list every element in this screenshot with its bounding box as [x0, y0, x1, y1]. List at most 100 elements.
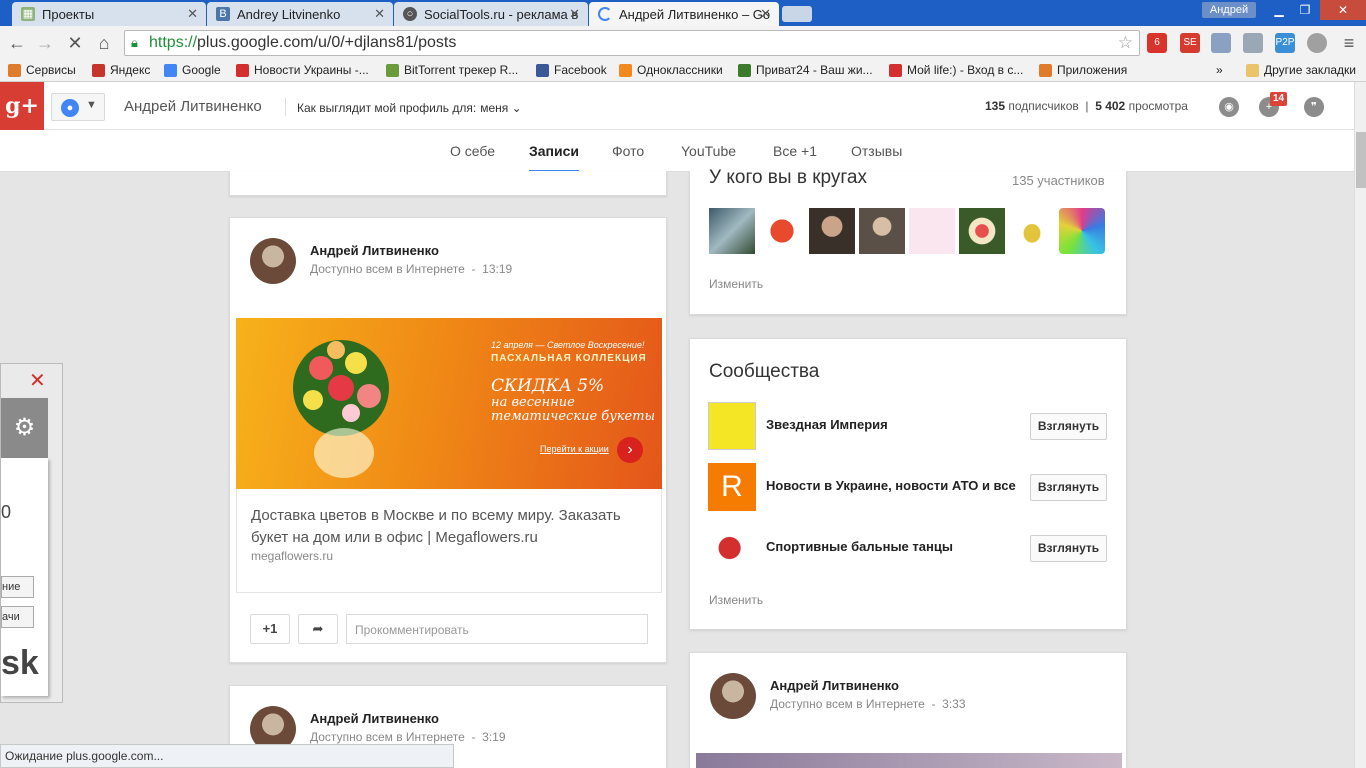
circle-member-thumb[interactable]: [1059, 208, 1105, 254]
menu-icon[interactable]: ≡: [1338, 32, 1360, 54]
account-switcher[interactable]: ● ▼: [51, 93, 105, 121]
browser-tab-vk[interactable]: B Andrey Litvinenko ✕: [207, 2, 393, 26]
gear-icon[interactable]: ⚙: [1, 398, 48, 458]
banner-line1: 12 апреля — Светлое Воскресение!: [491, 340, 645, 350]
circle-member-thumb[interactable]: [859, 208, 905, 254]
yandex-icon: [92, 64, 105, 77]
close-icon[interactable]: ✕: [29, 368, 46, 393]
avatar[interactable]: [710, 673, 756, 719]
window-close-icon[interactable]: ✕: [1320, 0, 1366, 20]
link-title[interactable]: Доставка цветов в Москве и по всему миру…: [251, 505, 651, 549]
tab-posts[interactable]: Записи: [529, 143, 580, 172]
view-profile-as[interactable]: Как выглядит мой профиль для: меня ⌄: [297, 101, 522, 115]
tab-youtube[interactable]: YouTube: [681, 143, 736, 159]
bookmark-item[interactable]: BitTorrent трекер R...: [386, 63, 518, 77]
tab-about[interactable]: О себе: [450, 143, 495, 159]
post-author[interactable]: Андрей Литвиненко: [310, 243, 439, 258]
bookmarks-overflow[interactable]: »: [1216, 63, 1223, 77]
scrollbar-thumb[interactable]: [1356, 132, 1366, 188]
stop-icon[interactable]: ✕: [64, 32, 86, 54]
hangouts-icon[interactable]: ❞: [1304, 97, 1324, 117]
circles-count[interactable]: 135 участников: [1012, 173, 1105, 188]
view-community-button[interactable]: Взглянуть: [1030, 413, 1107, 440]
community-item[interactable]: R Новости в Украине, новости АТО и все В…: [708, 463, 1108, 511]
circle-member-thumb[interactable]: [909, 208, 955, 254]
bookmark-star-icon[interactable]: ☆: [1118, 33, 1133, 53]
community-item[interactable]: Спортивные бальные танцы Взглянуть: [708, 524, 1108, 572]
shield-extension-icon[interactable]: [1243, 33, 1263, 53]
bookmark-item[interactable]: Приват24 - Ваш жи...: [738, 63, 873, 77]
extension-icon[interactable]: [1211, 33, 1231, 53]
bookmark-item[interactable]: Мой life:) - Вход в с...: [889, 63, 1023, 77]
bookmark-item[interactable]: Одноклассники: [619, 63, 723, 77]
browser-tab-projects[interactable]: ▦ Проекты ✕: [12, 2, 206, 26]
bookmark-item[interactable]: Google: [164, 63, 221, 77]
community-name[interactable]: Спортивные бальные танцы: [766, 539, 1022, 554]
home-icon[interactable]: ⌂: [93, 32, 115, 54]
community-thumb[interactable]: [708, 402, 756, 450]
close-icon[interactable]: ✕: [374, 6, 385, 22]
minimize-icon[interactable]: ▁: [1266, 0, 1292, 20]
bookmark-item[interactable]: Facebook: [536, 63, 607, 77]
gmail-extension-icon[interactable]: 6: [1147, 33, 1167, 53]
post-meta: Доступно всем в Интернете - 3:33: [770, 697, 966, 711]
avatar[interactable]: [250, 238, 296, 284]
tab-title: Проекты: [42, 7, 95, 22]
close-icon[interactable]: ✕: [760, 6, 771, 22]
post-author[interactable]: Андрей Литвиненко: [310, 711, 439, 726]
circle-member-thumb[interactable]: [809, 208, 855, 254]
tab-plus-ones[interactable]: Все +1: [773, 143, 817, 159]
chevron-right-icon[interactable]: ›: [617, 437, 643, 463]
bookmark-item[interactable]: Яндекс: [92, 63, 150, 77]
circle-member-thumb[interactable]: [709, 208, 755, 254]
post-author[interactable]: Андрей Литвиненко: [770, 678, 899, 693]
back-arrow-icon[interactable]: ←: [6, 32, 28, 54]
other-bookmarks[interactable]: Другие закладки: [1246, 63, 1356, 77]
notifications-bell-icon[interactable]: ◉: [1219, 97, 1239, 117]
share-button[interactable]: ➦: [298, 614, 338, 644]
new-tab-button[interactable]: [782, 6, 812, 22]
page-scrollbar[interactable]: [1354, 82, 1366, 768]
widget-button[interactable]: ние: [1, 576, 34, 598]
p2p-extension-icon[interactable]: P2P: [1275, 33, 1295, 53]
community-name[interactable]: Звездная Империя: [766, 417, 1022, 432]
comment-input[interactable]: Прокомментировать: [346, 614, 648, 644]
address-bar[interactable]: 🔒︎ https://plus.google.com/u/0/+djlans81…: [124, 30, 1140, 56]
ad-banner-image[interactable]: 12 апреля — Светлое Воскресение! ПАСХАЛЬ…: [236, 318, 662, 489]
view-community-button[interactable]: Взглянуть: [1030, 474, 1107, 501]
community-thumb[interactable]: R: [708, 463, 756, 511]
vk-favicon-icon: B: [216, 7, 230, 21]
profile-name[interactable]: Андрей Литвиненко: [124, 98, 262, 115]
chevron-down-icon: ⌄: [511, 101, 522, 115]
circle-member-thumb[interactable]: [1009, 208, 1055, 254]
community-thumb[interactable]: [708, 524, 756, 572]
browser-profile-badge[interactable]: Андрей: [1202, 2, 1256, 18]
community-name[interactable]: Новости в Украине, новости АТО и все: [766, 478, 1022, 493]
widget-button[interactable]: ачи: [1, 606, 34, 628]
communities-card: Сообщества Звездная Империя Взглянуть R …: [689, 338, 1127, 630]
plus-one-button[interactable]: +1: [250, 614, 290, 644]
banner-cta[interactable]: Перейти к акции: [540, 444, 609, 454]
extension-icon[interactable]: [1307, 33, 1327, 53]
circles-edit-link[interactable]: Изменить: [709, 277, 763, 291]
close-icon[interactable]: ✕: [187, 6, 198, 22]
close-icon[interactable]: ✕: [569, 6, 580, 22]
bookmark-item[interactable]: Новости Украины -...: [236, 63, 369, 77]
circle-member-thumb[interactable]: [759, 208, 805, 254]
tab-photos[interactable]: Фото: [612, 143, 644, 159]
browser-tab-gplus[interactable]: Андрей Литвиненко – Go ✕: [589, 2, 779, 26]
bookmark-item[interactable]: Сервисы: [8, 63, 76, 77]
browser-tab-socialtools[interactable]: ○ SocialTools.ru - реклама в ✕: [394, 2, 588, 26]
se-extension-icon[interactable]: SE: [1180, 33, 1200, 53]
circle-member-thumb[interactable]: [959, 208, 1005, 254]
bookmark-item[interactable]: Приложения: [1039, 63, 1127, 77]
post-image[interactable]: [696, 753, 1122, 768]
community-item[interactable]: Звездная Империя Взглянуть: [708, 402, 1108, 450]
gplus-logo[interactable]: g+: [0, 82, 44, 130]
forward-arrow-icon[interactable]: →: [34, 32, 56, 54]
view-community-button[interactable]: Взглянуть: [1030, 535, 1107, 562]
link-preview[interactable]: Доставка цветов в Москве и по всему миру…: [236, 489, 662, 593]
tab-reviews[interactable]: Отзывы: [851, 143, 902, 159]
communities-edit-link[interactable]: Изменить: [709, 593, 763, 607]
restore-icon[interactable]: ❐: [1292, 0, 1318, 20]
